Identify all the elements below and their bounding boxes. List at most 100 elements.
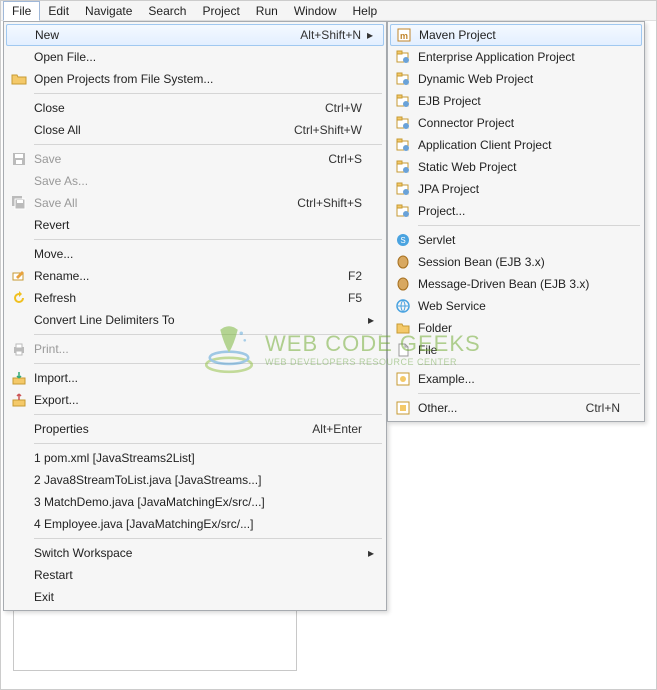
menu-separator [34, 363, 382, 364]
new-menu-folder[interactable]: Folder [390, 317, 642, 339]
svg-text:S: S [400, 236, 405, 245]
menu-item-accelerator: Ctrl+Shift+S [297, 196, 362, 210]
file-menu-2-java8streamtolist-java-javastreams[interactable]: 2 Java8StreamToList.java [JavaStreams...… [6, 469, 384, 491]
menu-item-label: Convert Line Delimiters To [32, 313, 362, 327]
menu-item-label: Refresh [32, 291, 338, 305]
proj-static-icon [390, 159, 416, 175]
menu-item-label: Other... [416, 401, 576, 415]
menu-item-accelerator: Alt+Enter [312, 422, 362, 436]
menu-navigate[interactable]: Navigate [77, 2, 140, 20]
menu-item-accelerator: Alt+Shift+N [300, 28, 361, 42]
menu-separator [34, 334, 382, 335]
new-menu-file[interactable]: File [390, 339, 642, 361]
new-menu-jpa-project[interactable]: JPA Project [390, 178, 642, 200]
refresh-icon [6, 290, 32, 306]
example-icon [390, 371, 416, 387]
menu-item-label: Session Bean (EJB 3.x) [416, 255, 620, 269]
menu-item-accelerator: Ctrl+W [325, 101, 362, 115]
menu-item-label: Dynamic Web Project [416, 72, 620, 86]
menu-item-label: Close All [32, 123, 284, 137]
menu-window[interactable]: Window [286, 2, 345, 20]
menu-separator [418, 393, 640, 394]
menu-item-accelerator: Ctrl+Shift+W [294, 123, 362, 137]
menu-search[interactable]: Search [140, 2, 194, 20]
menu-item-label: Maven Project [417, 28, 619, 42]
file-menu-open-file[interactable]: Open File... [6, 46, 384, 68]
file-menu-exit[interactable]: Exit [6, 586, 384, 608]
file-menu-4-employee-java-javamatchingex-src[interactable]: 4 Employee.java [JavaMatchingEx/src/...] [6, 513, 384, 535]
file-menu-convert-line-delimiters-to[interactable]: Convert Line Delimiters To▸ [6, 309, 384, 331]
menu-run[interactable]: Run [248, 2, 286, 20]
new-menu-session-bean-ejb-3-x[interactable]: Session Bean (EJB 3.x) [390, 251, 642, 273]
file-menu-import[interactable]: Import... [6, 367, 384, 389]
submenu-arrow-icon: ▸ [361, 28, 373, 42]
menu-item-accelerator: Ctrl+S [328, 152, 362, 166]
menu-item-label: Enterprise Application Project [416, 50, 620, 64]
file-menu-save-as[interactable]: Save As... [6, 170, 384, 192]
new-menu-example[interactable]: Example... [390, 368, 642, 390]
new-menu-message-driven-bean-ejb-3-x[interactable]: Message-Driven Bean (EJB 3.x) [390, 273, 642, 295]
export-icon [6, 392, 32, 408]
file-menu-save-all[interactable]: Save All Ctrl+Shift+S [6, 192, 384, 214]
menu-item-label: New [33, 28, 290, 42]
file-menu-new[interactable]: New Alt+Shift+N▸ [6, 24, 384, 46]
file-menu-export[interactable]: Export... [6, 389, 384, 411]
file-menu-save[interactable]: SaveCtrl+S [6, 148, 384, 170]
menu-edit[interactable]: Edit [40, 2, 77, 20]
menu-item-label: Print... [32, 342, 362, 356]
new-menu-maven-project[interactable]: mMaven Project [390, 24, 642, 46]
menu-item-label: Save All [32, 196, 287, 210]
folder-icon [390, 320, 416, 336]
menu-item-label: EJB Project [416, 94, 620, 108]
menu-item-label: Exit [32, 590, 362, 604]
menu-item-label: Connector Project [416, 116, 620, 130]
new-menu-application-client-project[interactable]: Application Client Project [390, 134, 642, 156]
new-menu-enterprise-application-project[interactable]: Enterprise Application Project [390, 46, 642, 68]
submenu-arrow-icon: ▸ [362, 313, 374, 327]
file-menu-restart[interactable]: Restart [6, 564, 384, 586]
file-menu-rename[interactable]: Rename...F2 [6, 265, 384, 287]
file-menu-open-projects-from-file-system[interactable]: Open Projects from File System... [6, 68, 384, 90]
menu-file[interactable]: File [3, 1, 40, 21]
menu-separator [418, 364, 640, 365]
new-menu-project[interactable]: Project... [390, 200, 642, 222]
file-menu-close-all[interactable]: Close All Ctrl+Shift+W [6, 119, 384, 141]
menu-item-label: Message-Driven Bean (EJB 3.x) [416, 277, 620, 291]
new-menu-other[interactable]: Other...Ctrl+N [390, 397, 642, 419]
menu-item-label: Open Projects from File System... [32, 72, 362, 86]
menu-item-accelerator: F2 [348, 269, 362, 283]
menu-item-label: Open File... [32, 50, 362, 64]
maven-icon: m [391, 27, 417, 43]
file-menu-revert[interactable]: Revert [6, 214, 384, 236]
bean-icon [390, 254, 416, 270]
file-menu-properties[interactable]: PropertiesAlt+Enter [6, 418, 384, 440]
file-menu-move[interactable]: Move... [6, 243, 384, 265]
menu-item-label: Export... [32, 393, 362, 407]
new-menu-web-service[interactable]: Web Service [390, 295, 642, 317]
file-menu-refresh[interactable]: Refresh F5 [6, 287, 384, 309]
menu-item-accelerator: F5 [348, 291, 362, 305]
menu-separator [34, 443, 382, 444]
menu-project[interactable]: Project [194, 2, 247, 20]
new-menu-connector-project[interactable]: Connector Project [390, 112, 642, 134]
menu-item-label: Web Service [416, 299, 620, 313]
menu-item-label: Revert [32, 218, 362, 232]
new-menu-servlet[interactable]: SServlet [390, 229, 642, 251]
file-menu-switch-workspace[interactable]: Switch Workspace▸ [6, 542, 384, 564]
file-menu-close[interactable]: CloseCtrl+W [6, 97, 384, 119]
menu-help[interactable]: Help [345, 2, 386, 20]
bean-icon [390, 276, 416, 292]
new-menu-ejb-project[interactable]: EJB Project [390, 90, 642, 112]
file-menu-print[interactable]: Print... [6, 338, 384, 360]
menu-separator [34, 538, 382, 539]
menu-separator [34, 144, 382, 145]
menu-item-label: File [416, 343, 620, 357]
file-menu-1-pom-xml-javastreams2list[interactable]: 1 pom.xml [JavaStreams2List] [6, 447, 384, 469]
new-menu-static-web-project[interactable]: Static Web Project [390, 156, 642, 178]
import-icon [6, 370, 32, 386]
file-menu-3-matchdemo-java-javamatchingex-src[interactable]: 3 MatchDemo.java [JavaMatchingEx/src/...… [6, 491, 384, 513]
file-menu-dropdown: NewAlt+Shift+N▸Open File...Open Projects… [3, 21, 387, 611]
menu-item-label: Folder [416, 321, 620, 335]
menu-item-label: Restart [32, 568, 362, 582]
new-menu-dynamic-web-project[interactable]: Dynamic Web Project [390, 68, 642, 90]
